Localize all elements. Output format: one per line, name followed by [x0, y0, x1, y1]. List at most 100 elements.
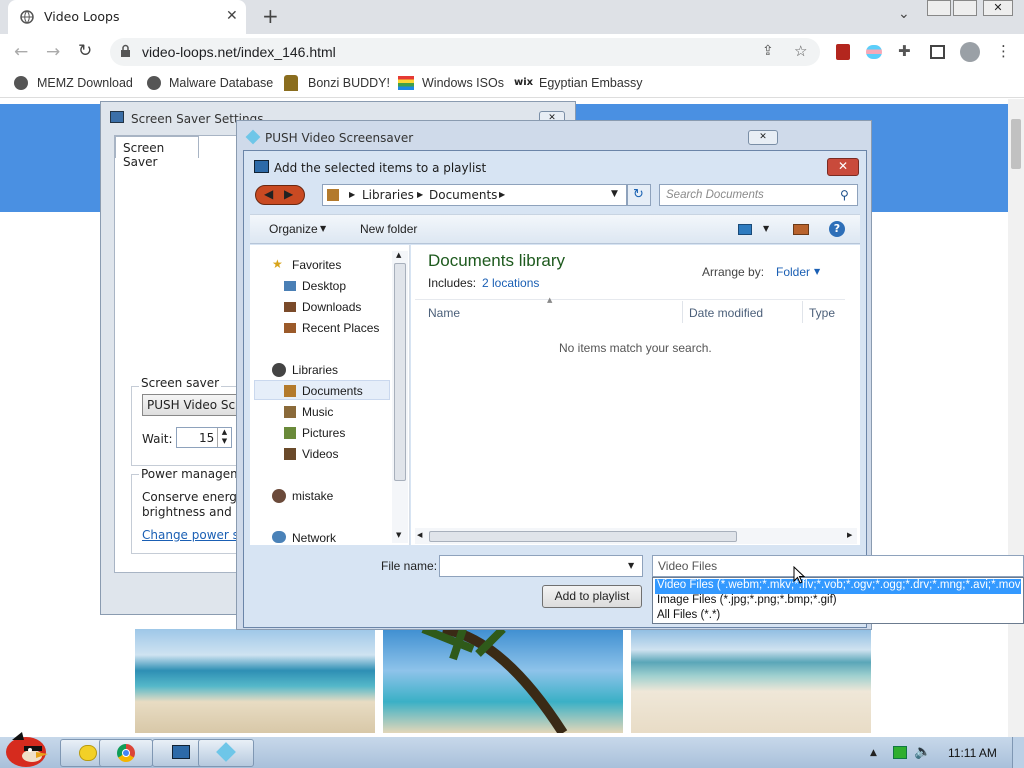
nav-videos[interactable]: Videos — [302, 447, 338, 461]
dialog-close-button[interactable]: ✕ — [827, 158, 859, 176]
help-icon[interactable]: ? — [829, 221, 845, 237]
back-icon[interactable]: ← — [14, 42, 28, 62]
scroll-right-icon[interactable]: ▶ — [847, 531, 852, 539]
bookmark-bonzi[interactable]: Bonzi BUDDY! — [308, 76, 390, 90]
nav-documents[interactable]: Documents — [302, 384, 363, 398]
horizontal-scrollbar[interactable]: ◀ ▶ — [415, 528, 857, 544]
arrange-by-value[interactable]: Folder — [776, 265, 810, 279]
bookmark-windows-isos[interactable]: Windows ISOs — [422, 76, 504, 90]
search-input[interactable]: Search Documents ⚲ — [659, 184, 858, 206]
documents-icon — [284, 385, 296, 397]
page-scrollbar[interactable] — [1008, 99, 1024, 737]
tab-screen-saver[interactable]: Screen Saver — [115, 136, 199, 169]
change-power-link[interactable]: Change power set — [142, 528, 251, 542]
reload-icon[interactable]: ↻ — [78, 41, 92, 61]
arrange-chevron-icon[interactable]: ▼ — [814, 267, 820, 276]
navigation-pane: ★ Favorites Desktop Downloads Recent Pla… — [250, 245, 410, 545]
address-bar[interactable]: video-loops.net/index_146.html ⇪ ☆ — [110, 38, 820, 66]
bookmark-malware-icon — [147, 76, 161, 90]
scroll-down-icon[interactable]: ▼ — [396, 531, 401, 539]
spinner-arrows-icon[interactable]: ▲ ▼ — [217, 428, 231, 447]
view-icon[interactable] — [738, 224, 752, 235]
show-desktop-button[interactable] — [1012, 737, 1024, 768]
browser-tab[interactable]: Video Loops ✕ — [8, 0, 246, 34]
nav-music[interactable]: Music — [302, 405, 333, 419]
taskbar-push[interactable] — [198, 739, 254, 767]
wait-spinner[interactable]: 15 ▲ ▼ — [176, 427, 232, 448]
nav-scrollbar[interactable]: ▲ ▼ — [392, 251, 408, 543]
tab-title: Video Loops — [44, 9, 120, 24]
tab-screen-saver-label: Screen Saver — [123, 141, 165, 169]
organize-chevron-icon: ▼ — [320, 224, 327, 233]
column-name[interactable]: Name — [428, 306, 460, 320]
pictures-icon — [284, 427, 296, 439]
tray-expand-icon[interactable]: ▲ — [870, 748, 877, 758]
breadcrumb-bar[interactable]: ▶ Libraries ▶ Documents ▶ ▼ — [322, 184, 627, 206]
profile-avatar-icon[interactable] — [960, 42, 980, 62]
filename-dropdown-icon[interactable]: ▼ — [628, 561, 634, 570]
palm-photo — [383, 629, 623, 733]
extension-shield-icon[interactable] — [836, 44, 850, 60]
forward-arrow-icon[interactable]: ▶ — [284, 187, 293, 201]
filename-input[interactable]: ▼ — [439, 555, 643, 577]
includes-locations-link[interactable]: 2 locations — [482, 276, 539, 290]
h-scroll-thumb[interactable] — [429, 531, 737, 542]
restore-button[interactable] — [953, 0, 977, 16]
extension-flag-icon[interactable] — [866, 45, 882, 59]
filetype-option-all[interactable]: All Files (*.*) — [657, 609, 1021, 621]
bookmark-malware[interactable]: Malware Database — [169, 76, 273, 90]
filetype-option-video[interactable]: Video Files (*.webm;*.mkv;*.flv;*.vob;*.… — [657, 579, 1021, 591]
column-divider[interactable] — [682, 301, 683, 323]
back-forward-buttons[interactable]: ◀ ▶ — [255, 185, 305, 205]
column-date-modified[interactable]: Date modified — [689, 306, 763, 320]
scroll-up-icon[interactable]: ▲ — [396, 251, 401, 259]
breadcrumb-dropdown-icon[interactable]: ▼ — [611, 189, 618, 199]
minimize-button[interactable] — [927, 0, 951, 16]
add-to-playlist-button[interactable]: Add to playlist — [542, 585, 642, 608]
breadcrumb-libraries[interactable]: Libraries — [362, 188, 414, 202]
tray-clock[interactable]: 11:11 AM — [948, 746, 997, 760]
nav-scroll-thumb[interactable] — [394, 263, 406, 481]
scroll-left-icon[interactable]: ◀ — [417, 531, 422, 539]
nav-favorites[interactable]: Favorites — [292, 258, 341, 272]
bookmark-embassy[interactable]: Egyptian Embassy — [539, 76, 643, 90]
nav-user[interactable]: mistake — [292, 489, 333, 503]
tab-close-icon[interactable]: ✕ — [226, 8, 238, 24]
scrollbar-thumb[interactable] — [1011, 119, 1021, 169]
search-icon[interactable]: ⚲ — [840, 188, 849, 202]
push-close-button[interactable]: ✕ — [748, 130, 778, 145]
forward-icon[interactable]: → — [46, 42, 60, 62]
filetype-option-image[interactable]: Image Files (*.jpg;*.png;*.bmp;*.gif) — [657, 594, 1021, 606]
tray-volume-icon[interactable]: 🔈 — [914, 744, 931, 760]
view-chevron-icon[interactable]: ▼ — [763, 224, 769, 233]
preview-pane-icon[interactable] — [793, 224, 809, 235]
nav-libraries[interactable]: Libraries — [292, 363, 338, 377]
new-folder-button[interactable]: New folder — [360, 222, 417, 236]
back-arrow-icon[interactable]: ◀ — [264, 187, 273, 201]
tab-search-icon[interactable]: ⌄ — [898, 6, 910, 22]
bookmark-star-icon[interactable]: ☆ — [794, 42, 807, 60]
nav-recent-places[interactable]: Recent Places — [302, 321, 379, 335]
taskbar-chrome[interactable] — [99, 739, 153, 767]
breadcrumb-documents[interactable]: Documents — [429, 188, 497, 202]
nav-desktop[interactable]: Desktop — [302, 279, 346, 293]
new-tab-button[interactable]: + — [262, 4, 279, 28]
refresh-button[interactable]: ↻ — [627, 184, 651, 206]
extensions-puzzle-icon[interactable]: ✚ — [898, 42, 911, 60]
column-divider[interactable] — [802, 301, 803, 323]
tray-network-icon[interactable] — [893, 746, 907, 759]
bookmark-memz[interactable]: MEMZ Download — [37, 76, 133, 90]
nav-network[interactable]: Network — [292, 531, 336, 545]
column-type[interactable]: Type — [809, 306, 835, 320]
lock-icon — [120, 44, 131, 58]
share-icon[interactable]: ⇪ — [762, 43, 774, 59]
menu-kebab-icon[interactable]: ⋮ — [996, 42, 1011, 60]
nav-pictures[interactable]: Pictures — [302, 426, 345, 440]
nav-downloads[interactable]: Downloads — [302, 300, 361, 314]
side-panel-icon[interactable] — [930, 45, 945, 59]
includes-label: Includes: — [428, 276, 477, 290]
start-button[interactable] — [2, 730, 50, 768]
window-close-button[interactable]: ✕ — [983, 0, 1013, 16]
filetype-select[interactable]: Video Files — [652, 555, 1024, 577]
organize-menu[interactable]: Organize — [269, 222, 318, 236]
